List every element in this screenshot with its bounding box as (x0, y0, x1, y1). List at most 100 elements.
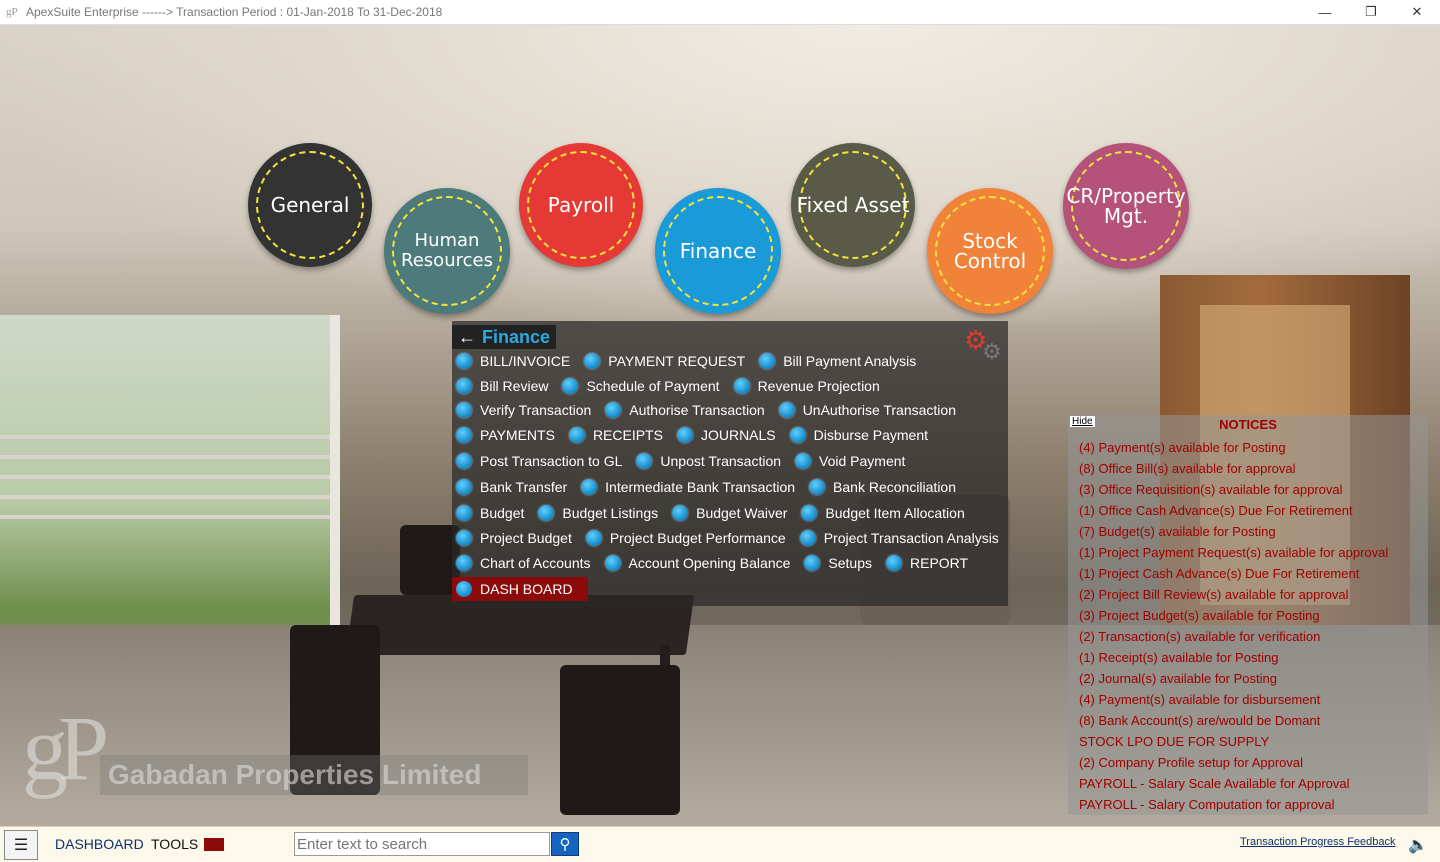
finance-menu-item[interactable]: BILL/INVOICE (456, 353, 570, 369)
notice-item[interactable]: (1) Project Payment Request(s) available… (1079, 542, 1388, 563)
finance-menu-item[interactable]: JOURNALS (676, 427, 776, 443)
dashboard-link[interactable]: DASHBOARD (55, 836, 144, 852)
module-cr-property-mgt[interactable]: CR/Property Mgt. (1063, 143, 1189, 269)
finance-menu-item[interactable]: Project Transaction Analysis (799, 530, 999, 546)
finance-menu-item[interactable]: Verify Transaction (456, 402, 591, 418)
finance-menu-item[interactable]: Intermediate Bank Transaction (581, 479, 795, 495)
speaker-icon[interactable]: 🔈 (1408, 835, 1428, 855)
finance-menu-label: Revenue Projection (757, 378, 880, 394)
search-input[interactable] (294, 832, 550, 856)
minimize-button[interactable]: — (1302, 0, 1348, 24)
notice-item[interactable]: (2) Journal(s) available for Posting (1079, 668, 1388, 689)
menu-bullet-icon (568, 427, 585, 443)
finance-menu-item[interactable]: Post Transaction to GL (456, 453, 622, 469)
finance-menu-item[interactable]: PAYMENTS (456, 427, 555, 443)
finance-menu-item[interactable]: Account Opening Balance (604, 555, 790, 571)
notice-item[interactable]: (2) Company Profile setup for Approval (1079, 752, 1388, 773)
finance-menu-item[interactable]: Bill Review (456, 378, 548, 394)
finance-menu-label: PAYMENTS (480, 427, 555, 443)
finance-menu-label: JOURNALS (700, 427, 776, 443)
finance-menu-label: Verify Transaction (480, 402, 592, 418)
notice-item[interactable]: STOCK LPO DUE FOR SUPPLY (1079, 731, 1388, 752)
finance-menu-label: Budget Item Allocation (825, 505, 965, 521)
notice-item[interactable]: (1) Receipt(s) available for Posting (1079, 647, 1388, 668)
notice-item[interactable]: (7) Budget(s) available for Posting (1079, 521, 1388, 542)
finance-menu-item[interactable]: PAYMENT REQUEST (584, 353, 745, 369)
hide-notices-link[interactable]: Hide (1070, 416, 1095, 427)
finance-menu-item[interactable]: Project Budget (456, 530, 572, 546)
notice-item[interactable]: (1) Project Cash Advance(s) Due For Reti… (1079, 563, 1388, 584)
finance-menu-item[interactable]: Unpost Transaction (636, 453, 781, 469)
chair (400, 525, 460, 595)
finance-menu-label: Bank Transfer (480, 479, 568, 495)
notice-item[interactable]: PAYROLL - Salary Scale Available for App… (1079, 773, 1388, 794)
notice-item[interactable]: (1) Office Cash Advance(s) Due For Retir… (1079, 500, 1388, 521)
finance-menu-item[interactable]: Revenue Projection (733, 378, 880, 394)
finance-menu-item[interactable]: UnAuthorise Transaction (778, 402, 956, 418)
finance-menu-item[interactable]: Budget Waiver (672, 505, 787, 521)
notice-item[interactable]: (3) Project Budget(s) available for Post… (1079, 605, 1388, 626)
menu-bullet-icon (676, 427, 693, 443)
notice-item[interactable]: (3) Office Requisition(s) available for … (1079, 479, 1388, 500)
menu-bullet-icon (456, 581, 472, 597)
menu-bullet-icon (795, 453, 812, 469)
close-button[interactable]: ✕ (1394, 0, 1440, 24)
finance-menu-item[interactable]: Bill Payment Analysis (759, 353, 916, 369)
finance-menu-item[interactable]: Disburse Payment (789, 427, 928, 443)
finance-menu-item[interactable]: Budget (456, 505, 524, 521)
finance-menu-item[interactable]: REPORT (886, 555, 968, 571)
finance-menu-item[interactable]: Setups (804, 555, 872, 571)
finance-menu-item[interactable]: Budget Item Allocation (801, 505, 965, 521)
notice-item[interactable]: (4) Payment(s) available for disbursemen… (1079, 689, 1388, 710)
notice-item[interactable]: (8) Bank Account(s) are/would be Domant (1079, 710, 1388, 731)
window-title: ApexSuite Enterprise ------> Transaction… (26, 5, 443, 19)
finance-menu-label: Intermediate Bank Transaction (605, 479, 796, 495)
menu-bullet-icon (801, 505, 818, 521)
finance-menu-label: REPORT (910, 555, 969, 571)
bottom-toolbar: ☰ DASHBOARD TOOLS ⚲ Transaction Progress… (0, 826, 1440, 862)
finance-menu-label: Bill Review (480, 378, 549, 394)
menu-bullet-icon (759, 353, 776, 369)
back-arrow-icon[interactable]: ← (452, 325, 482, 349)
notice-item[interactable]: (2) Project Bill Review(s) available for… (1079, 584, 1388, 605)
notices-list: (4) Payment(s) available for Posting (8) … (1079, 437, 1388, 815)
finance-menu-item[interactable]: Bank Reconciliation (809, 479, 956, 495)
finance-menu-item[interactable]: Schedule of Payment (562, 378, 720, 394)
tools-link[interactable]: TOOLS (151, 836, 198, 852)
menu-bullet-icon (809, 479, 826, 495)
menu-bullet-icon (456, 479, 472, 495)
finance-menu-item[interactable]: Bank Transfer (456, 479, 567, 495)
search-icon[interactable]: ⚲ (551, 832, 579, 856)
menu-bullet-icon (804, 555, 821, 571)
dashboard-menu-item[interactable]: DASH BOARD (452, 577, 588, 601)
notice-item[interactable]: PAYROLL - Salary Computation for approva… (1079, 794, 1388, 815)
notice-item[interactable]: (2) Transaction(s) available for verific… (1079, 626, 1388, 647)
finance-menu-row: Post Transaction to GL Unpost Transaction… (456, 450, 919, 472)
module-finance[interactable]: Finance (655, 188, 781, 314)
finance-menu-item[interactable]: Chart of Accounts (456, 555, 591, 571)
finance-menu-item[interactable]: Void Payment (795, 453, 905, 469)
notice-item[interactable]: (8) Office Bill(s) available for approva… (1079, 458, 1388, 479)
settings-gear-icon[interactable]: ⚙ ⚙ (962, 325, 1002, 364)
finance-menu-item[interactable]: Project Budget Performance (585, 530, 786, 546)
finance-menu-item[interactable]: Authorise Transaction (605, 402, 765, 418)
module-general[interactable]: General (248, 143, 372, 267)
module-fixed-asset[interactable]: Fixed Asset (791, 143, 915, 267)
hamburger-menu-icon[interactable]: ☰ (4, 830, 38, 860)
chair (560, 665, 680, 815)
finance-menu-label: Void Payment (819, 453, 906, 469)
transaction-progress-feedback-link[interactable]: Transaction Progress Feedback (1240, 836, 1396, 848)
finance-menu-label: Budget (480, 505, 525, 521)
maximize-button[interactable]: ❐ (1348, 0, 1394, 24)
menu-bullet-icon (456, 555, 472, 571)
finance-menu-row: Verify Transaction Authorise Transaction U… (456, 399, 970, 421)
module-payroll[interactable]: Payroll (519, 143, 643, 267)
notice-item[interactable]: (4) Payment(s) available for Posting (1079, 437, 1388, 458)
menu-bullet-icon (585, 530, 602, 546)
finance-menu-item[interactable]: Budget Listings (538, 505, 658, 521)
finance-menu-item[interactable]: RECEIPTS (568, 427, 663, 443)
module-human-resources[interactable]: Human Resources (384, 188, 510, 314)
color-swatch[interactable] (204, 838, 224, 851)
module-stock-control[interactable]: Stock Control (927, 188, 1053, 314)
finance-menu-label: Schedule of Payment (586, 378, 720, 394)
